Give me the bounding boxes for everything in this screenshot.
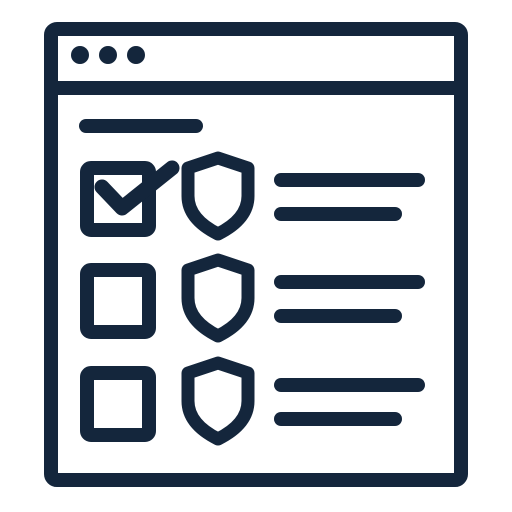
icon-canvas: [0, 0, 512, 512]
checklist-item: [80, 356, 425, 446]
checklist-item: [80, 253, 425, 343]
checklist-rows: [80, 151, 425, 446]
browser-window-frame: [44, 22, 468, 487]
checklist-item: [80, 151, 425, 241]
checkbox-unchecked: [80, 263, 156, 339]
window-dot-2: [99, 46, 117, 64]
shield-icon: [181, 151, 255, 241]
window-dot-1: [71, 46, 89, 64]
checkbox-unchecked: [80, 366, 156, 442]
shield-icon: [181, 356, 255, 446]
window-dot-3: [127, 46, 145, 64]
shield-icon: [181, 253, 255, 343]
security-checklist-window-icon: [44, 22, 468, 487]
